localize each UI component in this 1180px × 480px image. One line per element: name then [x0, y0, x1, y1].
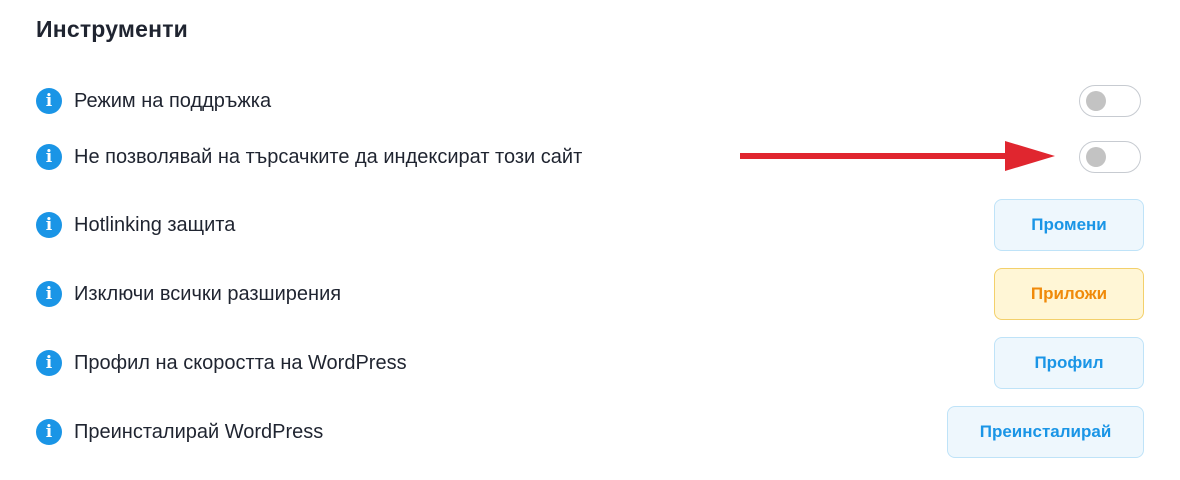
red-arrow-icon: [740, 141, 1055, 171]
hotlinking-change-button[interactable]: Промени: [994, 199, 1144, 251]
info-icon[interactable]: i: [36, 88, 62, 114]
toggle-knob: [1086, 147, 1106, 167]
speed-profile-button[interactable]: Профил: [994, 337, 1144, 389]
section-title: Инструменти: [36, 16, 189, 42]
row-speed-profile: i Профил на скоростта на WordPress Профи…: [36, 337, 1144, 389]
info-icon[interactable]: i: [36, 281, 62, 307]
info-icon[interactable]: i: [36, 419, 62, 445]
maintenance-mode-toggle[interactable]: [1079, 85, 1141, 117]
reinstall-wordpress-button[interactable]: Преинсталирай: [947, 406, 1144, 458]
row-disable-plugins: i Изключи всички разширения Приложи: [36, 268, 1144, 320]
row-label: Преинсталирай WordPress: [74, 420, 324, 443]
row-label: Hotlinking защита: [74, 213, 236, 236]
row-reinstall-wordpress: i Преинсталирай WordPress Преинсталирай: [36, 406, 1144, 458]
info-icon[interactable]: i: [36, 144, 62, 170]
row-label: Изключи всички разширения: [74, 282, 342, 305]
row-maintenance-mode: i Режим на поддръжка: [36, 81, 1144, 121]
disallow-indexing-toggle[interactable]: [1079, 141, 1141, 173]
disable-plugins-apply-button[interactable]: Приложи: [994, 268, 1144, 320]
row-label: Не позволявай на търсачките да индексира…: [74, 145, 583, 168]
row-label: Профил на скоростта на WordPress: [74, 351, 407, 374]
toggle-knob: [1086, 91, 1106, 111]
row-label: Режим на поддръжка: [74, 89, 272, 112]
info-icon[interactable]: i: [36, 350, 62, 376]
info-icon[interactable]: i: [36, 212, 62, 238]
row-hotlinking-protection: i Hotlinking защита Промени: [36, 199, 1144, 251]
tools-panel: Инструменти i Режим на поддръжка i Не по…: [0, 0, 1180, 480]
